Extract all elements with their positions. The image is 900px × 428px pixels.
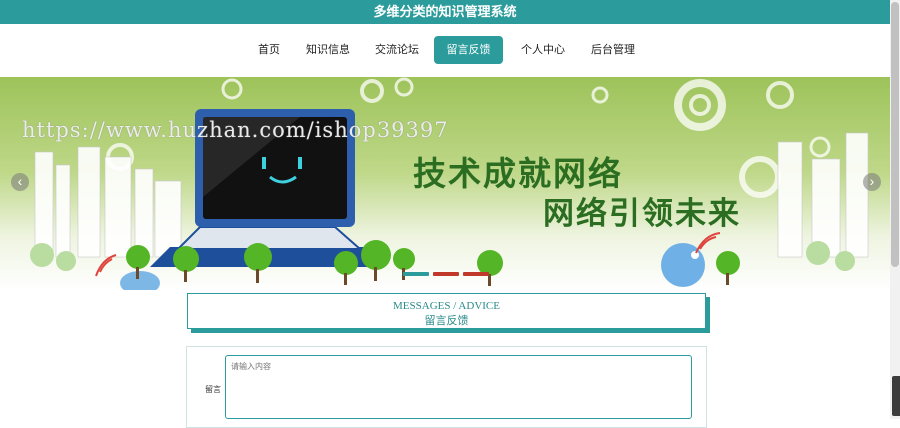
app-title: 多维分类的知识管理系统 <box>373 4 517 19</box>
nav-item-forum[interactable]: 交流论坛 <box>372 36 422 64</box>
page-scrollbar[interactable] <box>890 0 900 419</box>
nav-item-knowledge[interactable]: 知识信息 <box>304 36 352 64</box>
app-title-bar: 多维分类的知识管理系统 <box>0 0 890 24</box>
nav-item-home[interactable]: 首页 <box>252 36 286 64</box>
carousel-indicator-3[interactable] <box>463 272 489 276</box>
nav-item-admin[interactable]: 后台管理 <box>588 36 638 64</box>
side-floating-widget[interactable] <box>892 376 900 416</box>
nav-item-feedback[interactable]: 留言反馈 <box>434 36 503 64</box>
carousel-indicator-2[interactable] <box>433 272 459 276</box>
carousel-indicator-1[interactable] <box>403 272 429 276</box>
scrollbar-thumb[interactable] <box>891 2 899 267</box>
main-navigation: 首页 知识信息 交流论坛 留言反馈 个人中心 后台管理 <box>0 24 890 78</box>
carousel-prev-button[interactable]: ‹ <box>11 173 29 191</box>
watermark-url: https://www.huzhan.com/ishop39397 <box>22 118 449 142</box>
messages-title-en: MESSAGES / ADVICE <box>393 300 500 312</box>
carousel-next-button[interactable]: › <box>863 173 881 191</box>
message-form: 留言 <box>186 346 707 428</box>
nav-item-profile[interactable]: 个人中心 <box>518 36 568 64</box>
banner-slogan-line2: 网络引领未来 <box>543 196 741 231</box>
messages-heading-card: MESSAGES / ADVICE 留言反馈 <box>187 293 706 329</box>
messages-title-cn: 留言反馈 <box>424 315 469 327</box>
banner-carousel: https://www.huzhan.com/ishop39397 技术成就网络… <box>0 77 890 290</box>
message-field-label: 留言 <box>205 385 221 394</box>
message-textarea[interactable] <box>225 355 692 419</box>
